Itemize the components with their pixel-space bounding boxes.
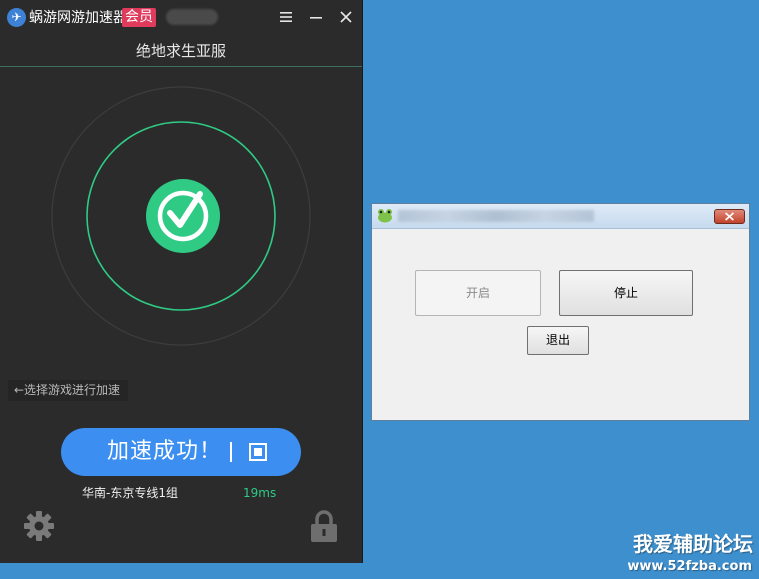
button-divider (230, 442, 232, 462)
gear-icon[interactable] (22, 509, 56, 543)
status-rings (51, 86, 311, 346)
close-icon[interactable] (338, 9, 354, 25)
vip-badge: 会员 (122, 8, 156, 27)
acceleration-status-label: 加速成功！ (107, 439, 223, 464)
start-button[interactable]: 开启 (415, 270, 541, 316)
lock-icon[interactable] (308, 509, 340, 543)
menu-icon[interactable] (278, 9, 294, 25)
accelerator-window: ✈ 蜗游网游加速器 会员 绝地求生亚服 ←选择游戏进行加速 加速成功！ 华南-东 (0, 0, 363, 563)
dialog-close-icon[interactable] (714, 209, 745, 224)
select-game-hint[interactable]: ←选择游戏进行加速 (8, 380, 129, 401)
minimize-icon[interactable] (309, 9, 323, 25)
stop-square-icon[interactable] (249, 443, 267, 461)
dialog-titlebar[interactable] (372, 204, 749, 229)
app-title: 蜗游网游加速器 (29, 10, 127, 26)
acceleration-status-button[interactable]: 加速成功！ (61, 428, 301, 476)
game-title[interactable]: 绝地求生亚服 (0, 37, 362, 67)
stop-button[interactable]: 停止 (559, 270, 693, 316)
dialog-title-blurred (398, 210, 594, 222)
control-dialog: 开启 停止 退出 (371, 203, 750, 421)
user-avatar[interactable] (166, 9, 218, 25)
check-circle-icon (146, 179, 220, 253)
rocket-logo-icon: ✈ (7, 8, 26, 27)
route-label: 华南-东京专线1组 (82, 486, 178, 500)
ping-value: 19ms (243, 486, 277, 500)
watermark-text: 我爱辅助论坛 (633, 532, 753, 556)
accelerator-titlebar[interactable]: ✈ 蜗游网游加速器 会员 (0, 0, 362, 37)
watermark-url: www.52fzba.com (627, 559, 752, 574)
frog-app-icon (378, 209, 392, 223)
exit-button[interactable]: 退出 (527, 326, 589, 355)
